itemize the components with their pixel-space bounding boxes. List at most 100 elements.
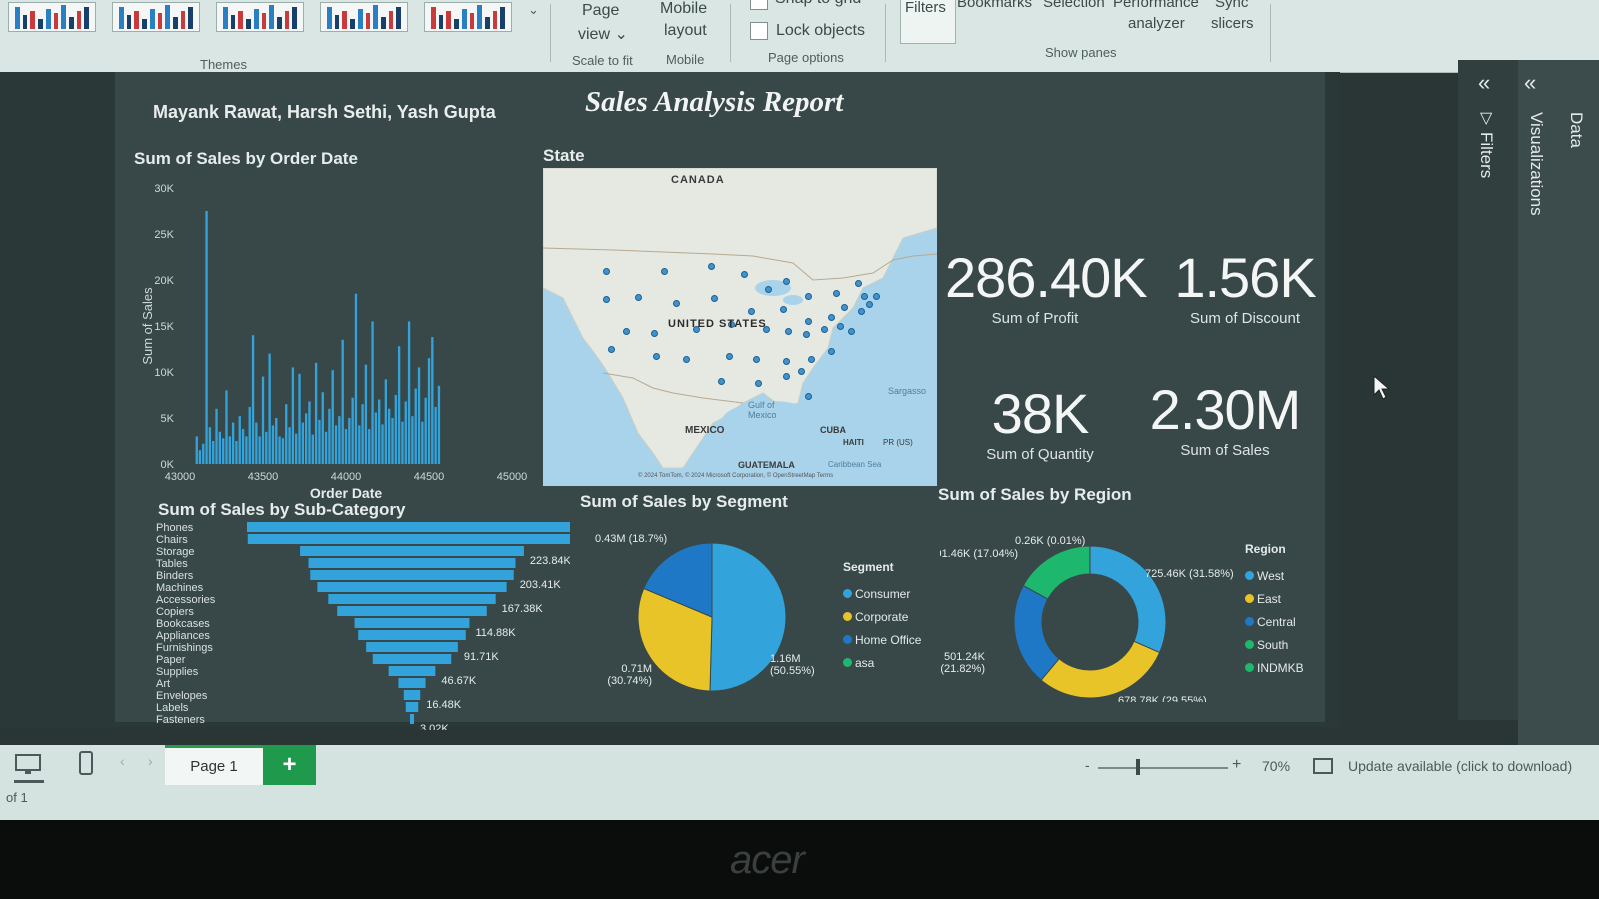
map-point[interactable]	[673, 300, 680, 307]
map-point[interactable]	[805, 393, 812, 400]
legend-item[interactable]: West	[1245, 564, 1304, 587]
expand-chevron-icon[interactable]: «	[1524, 70, 1536, 96]
theme-option[interactable]	[320, 2, 408, 32]
filters-pane-button[interactable]: Filters	[900, 0, 956, 44]
map-point[interactable]	[805, 318, 812, 325]
map-point[interactable]	[808, 356, 815, 363]
area-bar	[268, 353, 271, 464]
funnel-category-label: Supplies	[156, 666, 199, 678]
fit-to-page-icon[interactable]	[1312, 757, 1334, 775]
map-point[interactable]	[603, 268, 610, 275]
map-point[interactable]	[828, 348, 835, 355]
visualizations-pane-collapsed[interactable]: « Visualizations Data	[1518, 60, 1599, 820]
mobile-layout-label[interactable]: layout	[664, 22, 707, 40]
mobile-layout-button[interactable]: Mobile	[660, 0, 707, 18]
theme-option[interactable]	[424, 2, 512, 32]
bookmarks-pane-button[interactable]: Bookmarks	[957, 0, 1032, 11]
add-page-button[interactable]: +	[263, 745, 316, 785]
map-point[interactable]	[603, 296, 610, 303]
map-point[interactable]	[653, 353, 660, 360]
kpi-quantity[interactable]: 38K Sum of Quantity	[960, 386, 1120, 464]
map-point[interactable]	[861, 293, 868, 300]
map-point[interactable]	[748, 308, 755, 315]
selection-pane-button[interactable]: Selection	[1043, 0, 1105, 11]
sales-by-segment-chart[interactable]: 1.16M(50.55%) 0.71M(30.74%) 0.43M (18.7%)	[590, 522, 840, 702]
funnel-bar	[328, 594, 496, 604]
map-point[interactable]	[753, 356, 760, 363]
area-bar	[231, 422, 235, 464]
map-point[interactable]	[848, 328, 855, 335]
map-point[interactable]	[873, 293, 880, 300]
legend-item[interactable]: South	[1245, 633, 1304, 656]
chevron-down-icon[interactable]: ⌄	[528, 2, 539, 18]
map-point[interactable]	[858, 308, 865, 315]
map-point[interactable]	[805, 293, 812, 300]
kpi-profit[interactable]: 286.40K Sum of Profit	[945, 250, 1148, 328]
map-point[interactable]	[661, 268, 668, 275]
map-point[interactable]	[711, 295, 718, 302]
snap-to-grid-checkbox[interactable]	[750, 0, 768, 10]
map-point[interactable]	[821, 326, 828, 333]
legend-item[interactable]: Corporate	[843, 605, 921, 628]
map-point[interactable]	[608, 346, 615, 353]
tab-page-1[interactable]: Page 1	[165, 745, 263, 785]
page-view-dropdown[interactable]: view ⌄	[578, 24, 628, 44]
map-point[interactable]	[783, 358, 790, 365]
sales-by-order-date-chart[interactable]: 0K 5K 10K 15K 20K 25K 30K 43000 43500 44000 44500 4…	[128, 172, 548, 502]
update-available-link[interactable]: Update available (click to download)	[1348, 758, 1572, 774]
map-point[interactable]	[855, 280, 862, 287]
next-page-icon[interactable]: ›	[148, 753, 153, 769]
lock-objects-checkbox[interactable]	[750, 22, 768, 40]
sales-by-subcategory-chart[interactable]: PhonesChairsStorage 223.84K TablesBinders 2…	[150, 520, 570, 730]
map-point[interactable]	[783, 278, 790, 285]
performance-analyzer-button[interactable]: Performance	[1113, 0, 1199, 11]
map-point[interactable]	[841, 304, 848, 311]
map-point[interactable]	[755, 380, 762, 387]
map-point[interactable]	[741, 271, 748, 278]
area-bar	[285, 404, 288, 464]
area-bar	[255, 422, 258, 464]
map-point[interactable]	[718, 378, 725, 385]
map-point[interactable]	[651, 330, 658, 337]
map-point[interactable]	[683, 356, 690, 363]
filters-pane-collapsed[interactable]: « ▽ Filters	[1458, 60, 1518, 720]
map-point[interactable]	[828, 314, 835, 321]
desktop-view-icon[interactable]	[14, 753, 44, 777]
map-point[interactable]	[803, 331, 810, 338]
legend-item[interactable]: Central	[1245, 610, 1304, 633]
zoom-slider-thumb[interactable]	[1136, 759, 1140, 775]
kpi-sales[interactable]: 2.30M Sum of Sales	[1140, 382, 1310, 460]
map-point[interactable]	[783, 373, 790, 380]
map-point[interactable]	[837, 323, 844, 330]
legend-item[interactable]: Consumer	[843, 582, 921, 605]
state-map[interactable]: CANADA UNITED STATES MEXICO CUBA HAITI P…	[543, 168, 937, 486]
zoom-in-icon[interactable]: +	[1232, 756, 1241, 774]
map-point[interactable]	[833, 290, 840, 297]
legend-item[interactable]: Home Office	[843, 628, 921, 651]
legend-item[interactable]: East	[1245, 587, 1304, 610]
theme-option[interactable]	[112, 2, 200, 32]
legend-item[interactable]: asa	[843, 651, 921, 674]
map-point[interactable]	[708, 263, 715, 270]
mobile-view-icon[interactable]	[78, 750, 94, 778]
theme-option[interactable]	[8, 2, 96, 32]
map-point[interactable]	[785, 328, 792, 335]
zoom-slider[interactable]	[1098, 767, 1228, 769]
map-point[interactable]	[726, 353, 733, 360]
map-point[interactable]	[866, 301, 873, 308]
sales-by-region-chart[interactable]: 725.46K (31.58%) 678.78K (29.55%) 501.24K(…	[940, 512, 1240, 702]
map-point[interactable]	[635, 294, 642, 301]
expand-chevron-icon[interactable]: «	[1478, 70, 1490, 96]
map-point[interactable]	[623, 328, 630, 335]
map-point[interactable]	[780, 306, 787, 313]
zoom-out-icon[interactable]: -	[1085, 757, 1090, 773]
legend-item[interactable]: INDMKB	[1245, 656, 1304, 679]
page-view-button[interactable]: Page	[582, 2, 619, 20]
map-point[interactable]	[765, 286, 772, 293]
map-point[interactable]	[798, 368, 805, 375]
sync-slicers-button[interactable]: Sync	[1215, 0, 1248, 11]
area-bar	[195, 436, 198, 464]
theme-option[interactable]	[216, 2, 304, 32]
prev-page-icon[interactable]: ‹	[120, 753, 125, 769]
kpi-discount[interactable]: 1.56K Sum of Discount	[1160, 250, 1330, 328]
